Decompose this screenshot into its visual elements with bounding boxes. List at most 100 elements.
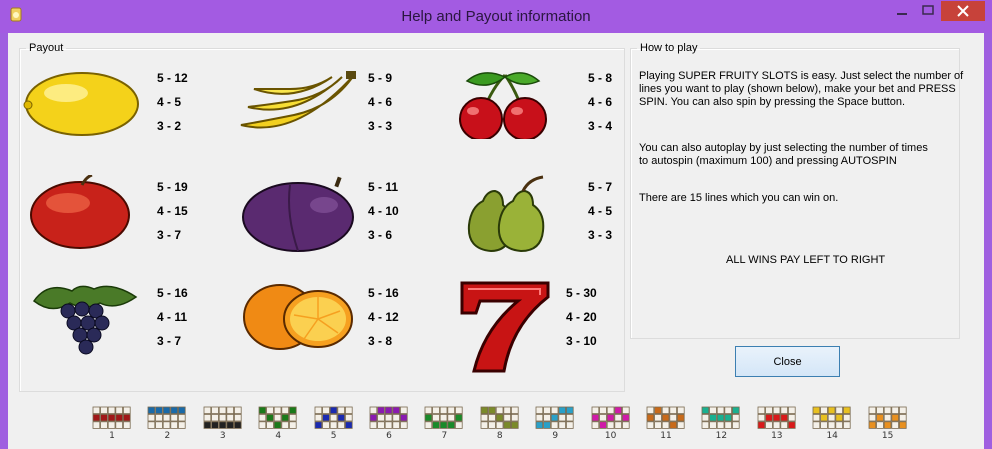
orange-icon xyxy=(243,284,353,350)
apple-icon xyxy=(30,175,130,249)
pear-pay-5: 5 - 7 xyxy=(588,180,613,194)
grapes-pay-3: 3 - 7 xyxy=(157,334,182,348)
howto-line: Playing SUPER FRUITY SLOTS is easy. Just… xyxy=(639,70,964,82)
apple-pay-4: 4 - 15 xyxy=(157,204,188,218)
payline-cell xyxy=(566,421,574,429)
payline-cell xyxy=(566,413,574,422)
payline-cell xyxy=(447,406,456,414)
payline-icon: 10 xyxy=(591,406,631,442)
payline-cell xyxy=(717,421,725,429)
close-button[interactable]: Close xyxy=(735,346,840,377)
payline-grid-icon xyxy=(868,406,907,429)
payline-cell xyxy=(676,421,685,429)
plum-pay-4: 4 - 10 xyxy=(368,204,399,218)
payline-cell xyxy=(289,421,297,429)
howto-line: to autospin (maximum 100) and pressing A… xyxy=(639,155,897,167)
payline-cell-active xyxy=(732,406,740,414)
payline-cell xyxy=(646,421,655,429)
pear-pay-4: 4 - 5 xyxy=(588,204,613,218)
title-bar[interactable]: Help and Payout information xyxy=(0,0,992,33)
payline-cell-active xyxy=(218,421,227,429)
payline-cell xyxy=(535,406,544,414)
payline-cell xyxy=(432,413,441,422)
payline-number: 8 xyxy=(496,431,503,441)
payline-cell-active xyxy=(890,413,899,422)
payline-cell xyxy=(654,421,662,429)
payout-legend: Payout xyxy=(29,42,64,54)
payline-cell xyxy=(100,406,108,414)
payline-cell-active xyxy=(543,421,551,429)
payline-cell xyxy=(613,421,622,429)
payline-icon: 5 xyxy=(314,406,354,442)
payline-cell xyxy=(843,421,851,429)
payline-cell xyxy=(218,413,227,422)
payline-cell-active xyxy=(392,406,400,414)
payline-cell xyxy=(170,413,179,422)
cherry-pay-5: 5 - 8 xyxy=(588,71,613,85)
payline-cell-active xyxy=(155,406,164,414)
payline-cell xyxy=(843,413,851,422)
payline-cell xyxy=(717,406,725,414)
payline-grid-icon xyxy=(369,406,408,429)
plum-pay-3: 3 - 6 xyxy=(368,228,393,242)
payline-cell xyxy=(676,406,685,414)
payline-cell xyxy=(369,421,378,429)
payline-cell xyxy=(432,406,441,414)
payline-cell xyxy=(455,421,463,429)
howto-paragraph-3: There are 15 lines which you can win on. xyxy=(639,192,839,204)
payline-icon: 12 xyxy=(701,406,741,442)
payline-cell xyxy=(480,421,488,429)
payline-cell xyxy=(170,421,179,429)
apple-pay-5: 5 - 19 xyxy=(157,180,188,194)
payline-cell xyxy=(780,421,788,429)
payline-cell xyxy=(100,421,108,429)
payline-number: 1 xyxy=(109,431,115,441)
payline-cell-active xyxy=(266,413,274,422)
window-title: Help and Payout information xyxy=(401,8,591,25)
payline-cell-active xyxy=(92,413,101,422)
payline-cell xyxy=(203,406,211,414)
payline-cell-active xyxy=(898,421,907,429)
payline-cell xyxy=(107,421,116,429)
payline-cell xyxy=(369,406,378,414)
grapes-pay-4: 4 - 11 xyxy=(157,310,188,324)
payline-grid-icon xyxy=(812,406,851,429)
payline-grid-icon xyxy=(314,406,353,429)
payline-cell-active xyxy=(510,421,519,429)
close-window-button[interactable] xyxy=(941,1,985,21)
payline-cell xyxy=(654,413,662,422)
payline-number: 3 xyxy=(219,431,226,441)
apple-pay-3: 3 - 7 xyxy=(157,228,182,242)
payline-cell xyxy=(495,421,504,429)
payline-cell xyxy=(399,406,408,414)
payline-grid-icon xyxy=(591,406,630,429)
payline-number: 10 xyxy=(604,431,617,441)
payline-cell-active xyxy=(764,413,773,422)
payline-icon: 6 xyxy=(369,406,409,442)
howto-line: You can also autoplay by just selecting … xyxy=(639,142,928,154)
payline-cell xyxy=(440,406,448,414)
cherry-pay-3: 3 - 4 xyxy=(588,119,613,133)
payline-number: 12 xyxy=(715,431,728,441)
maximize-button[interactable] xyxy=(915,1,941,21)
payline-cell xyxy=(827,413,836,422)
payline-number: 14 xyxy=(826,431,838,441)
banana-pay-4: 4 - 6 xyxy=(368,95,393,109)
payline-cell xyxy=(503,406,511,414)
payline-cell xyxy=(377,421,385,429)
payline-cell xyxy=(827,421,836,429)
payline-icon: 15 xyxy=(868,406,908,442)
payline-cell-active xyxy=(273,421,282,429)
payline-cell xyxy=(203,413,211,422)
payline-cell xyxy=(266,421,274,429)
payline-cell xyxy=(732,413,740,422)
payline-cell-active xyxy=(203,421,211,429)
payline-cell xyxy=(558,413,567,422)
payline-number: 7 xyxy=(441,431,448,441)
payline-cell xyxy=(510,413,519,422)
banana-icon xyxy=(240,71,356,129)
payline-cell xyxy=(875,421,884,429)
payline-cell xyxy=(92,406,101,414)
payline-cell xyxy=(210,406,219,414)
minimize-button[interactable] xyxy=(889,1,915,21)
